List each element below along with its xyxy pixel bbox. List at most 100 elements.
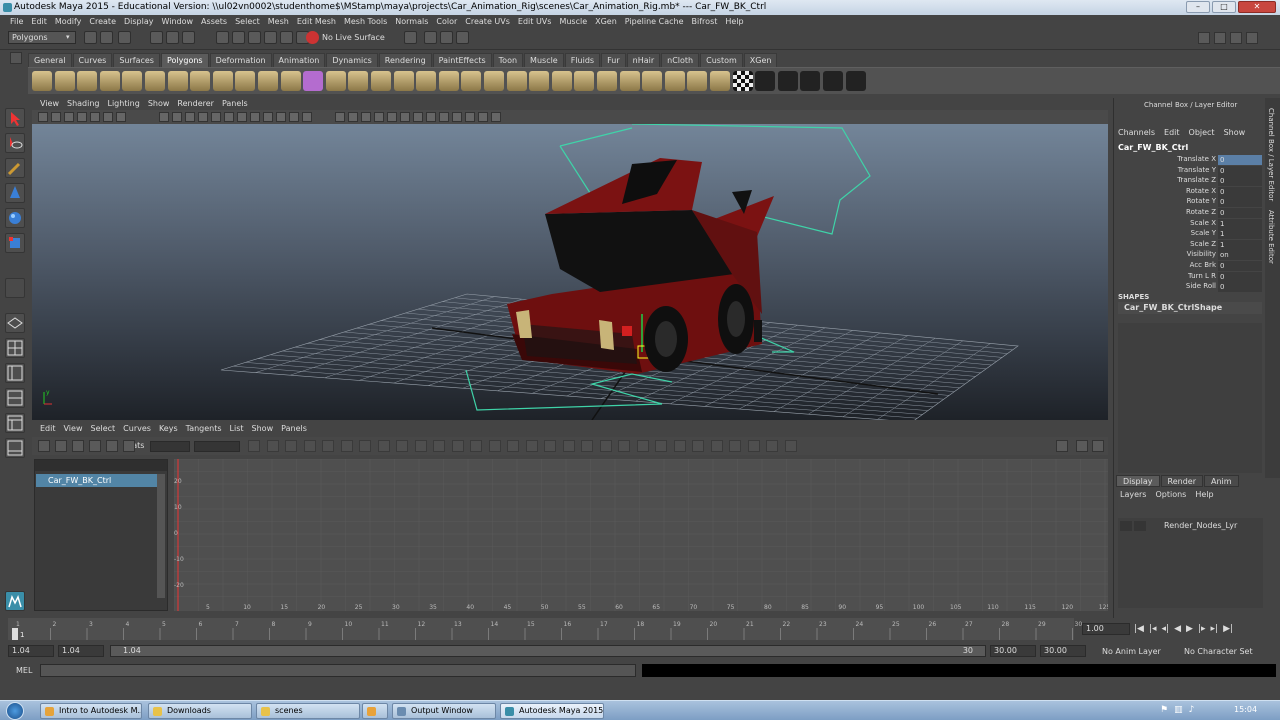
status-tool-icon-16[interactable] [456, 31, 469, 44]
viewport-tool-icon-22[interactable] [361, 112, 371, 122]
graph-view-icon-2[interactable] [1076, 440, 1088, 452]
viewport-menu-renderer[interactable]: Renderer [173, 98, 218, 110]
curve-tool-icon-2[interactable] [266, 440, 279, 452]
uv-editor-icon[interactable] [755, 71, 776, 91]
status-tool-icon-2[interactable] [100, 31, 113, 44]
curve-tool-icon-23[interactable] [655, 440, 667, 452]
cube-icon[interactable] [54, 71, 75, 91]
curve-tool-icon-27[interactable] [729, 440, 741, 452]
fill-hole-icon[interactable] [529, 71, 550, 91]
rotate-tool-icon[interactable] [5, 208, 25, 228]
torus-icon[interactable] [145, 71, 165, 91]
taskbar-item-output-window[interactable]: Output Window [392, 703, 496, 719]
append-icon[interactable] [574, 71, 595, 91]
status-tool-icon-4[interactable] [150, 31, 163, 44]
layer-tab-anim[interactable]: Anim [1203, 475, 1239, 487]
channel-row-turn-l-r[interactable]: Turn L R0 [1114, 271, 1264, 282]
close-button[interactable]: ✕ [1238, 1, 1276, 13]
viewport-tool-icon-18[interactable] [289, 112, 299, 122]
menu-mesh[interactable]: Mesh [264, 15, 293, 28]
flag-icon[interactable]: ⚑ [1160, 705, 1168, 715]
paint-select-tool-icon[interactable] [5, 158, 25, 178]
channel-row-visibility[interactable]: Visibility on [1114, 250, 1264, 261]
viewport-tool-icon-27[interactable] [426, 112, 436, 122]
channel-row-translate-y[interactable]: Translate Y0 [1114, 165, 1264, 176]
status-tool-icon-15[interactable] [440, 31, 453, 44]
channel-menu-show[interactable]: Show [1224, 128, 1246, 137]
curve-tool-icon-19[interactable] [581, 440, 593, 452]
layer-menu-help[interactable]: Help [1195, 490, 1213, 499]
channel-row-rotate-z[interactable]: Rotate Z0 [1114, 208, 1264, 218]
channel-row-scale-y[interactable]: Scale Y1 [1114, 229, 1264, 240]
curve-tool-icon-29[interactable] [766, 440, 778, 452]
prism-icon[interactable] [167, 71, 188, 91]
graph-tool-icon-3[interactable] [72, 440, 84, 452]
cylinder-icon[interactable] [77, 71, 98, 91]
persp-outliner-layout-icon[interactable] [5, 363, 25, 383]
menu-modify[interactable]: Modify [51, 15, 86, 28]
status-tool-icon-5[interactable] [166, 31, 179, 44]
shelf-tab-nhair[interactable]: nHair [626, 53, 661, 67]
layer-tab-render[interactable]: Render [1160, 475, 1203, 487]
viewport-tool-icon-4[interactable] [77, 112, 87, 122]
curve-tool-icon-14[interactable] [488, 440, 501, 452]
menu-assets[interactable]: Assets [197, 15, 231, 28]
shelf-tab-deformation[interactable]: Deformation [209, 53, 272, 67]
end-time-field[interactable]: 30.00 [1040, 645, 1086, 657]
menu-window[interactable]: Window [158, 15, 198, 28]
viewport-menu-show[interactable]: Show [144, 98, 174, 110]
tab-attribute-editor[interactable]: Attribute Editor [1267, 210, 1275, 264]
playback-end-field[interactable]: 30.00 [990, 645, 1036, 657]
mel-input[interactable] [40, 664, 636, 677]
status-tool-icon-3[interactable] [118, 31, 131, 44]
network-icon[interactable]: ▥ [1174, 705, 1183, 715]
channel-value[interactable]: 0 [1218, 165, 1262, 176]
curve-tool-icon-18[interactable] [562, 440, 575, 452]
scene-view[interactable]: y [32, 123, 1108, 420]
channel-value[interactable]: 0 [1218, 208, 1262, 218]
channel-menu-edit[interactable]: Edit [1164, 128, 1180, 137]
shape-name[interactable]: Car_FW_BK_CtrlShape [1118, 302, 1262, 314]
channel-value[interactable]: 0 [1218, 155, 1262, 165]
pipe-icon[interactable] [212, 71, 233, 91]
menu-bifrost[interactable]: Bifrost [688, 15, 722, 28]
viewport-tool-icon-25[interactable] [400, 112, 410, 122]
shelf-tab-toon[interactable]: Toon [492, 53, 524, 67]
move-tool-icon[interactable] [5, 183, 25, 203]
menu-file[interactable]: File [6, 15, 27, 28]
shelf-tab-curves[interactable]: Curves [72, 53, 113, 67]
curve-tool-icon-30[interactable] [784, 440, 797, 452]
viewport-tool-icon-14[interactable] [237, 112, 247, 122]
select-tool-icon[interactable] [5, 108, 25, 128]
channel-row-rotate-y[interactable]: Rotate Y0 [1114, 197, 1264, 208]
curve-tool-icon-13[interactable] [470, 440, 482, 452]
start-button[interactable] [6, 702, 24, 720]
platonic-icon[interactable] [280, 71, 301, 91]
start-time-field[interactable]: 1.04 [8, 645, 54, 657]
viewport-tool-icon-2[interactable] [51, 112, 61, 122]
range-slider-bar[interactable]: 1.04 30 [110, 645, 986, 657]
viewport-tool-icon-17[interactable] [276, 112, 286, 122]
menu-select[interactable]: Select [231, 15, 264, 28]
viewport-tool-icon-26[interactable] [413, 112, 423, 122]
extract-icon[interactable] [348, 71, 369, 91]
menu-mesh-tools[interactable]: Mesh Tools [340, 15, 391, 28]
outliner-item-car-fw-bk-ctrl[interactable]: Car_FW_BK_Ctrl [36, 474, 160, 487]
viewport-tool-icon-31[interactable] [478, 112, 488, 122]
viewport-tool-icon-29[interactable] [452, 112, 462, 122]
combine-icon[interactable] [303, 71, 324, 91]
status-tool-icon-9[interactable] [248, 31, 261, 44]
menu-muscle[interactable]: Muscle [555, 15, 591, 28]
quadrangulate-icon[interactable] [506, 71, 527, 91]
layer-type-toggle[interactable] [1134, 521, 1146, 531]
layer-menu-options[interactable]: Options [1155, 490, 1186, 499]
perspective-viewport[interactable]: View Shading Lighting Show Renderer Panels [32, 98, 1108, 420]
viewport-tool-icon-15[interactable] [250, 112, 260, 122]
layer-row[interactable]: Render_Nodes_Lyr [1120, 520, 1260, 532]
shelf-tab-ncloth[interactable]: nCloth [661, 53, 700, 67]
menu-display[interactable]: Display [120, 15, 158, 28]
viewport-tool-icon-3[interactable] [64, 112, 74, 122]
graph-tool-icon-4[interactable] [89, 440, 101, 452]
channel-row-scale-z[interactable]: Scale Z1 [1114, 239, 1264, 250]
curve-tool-icon-24[interactable] [673, 440, 686, 452]
